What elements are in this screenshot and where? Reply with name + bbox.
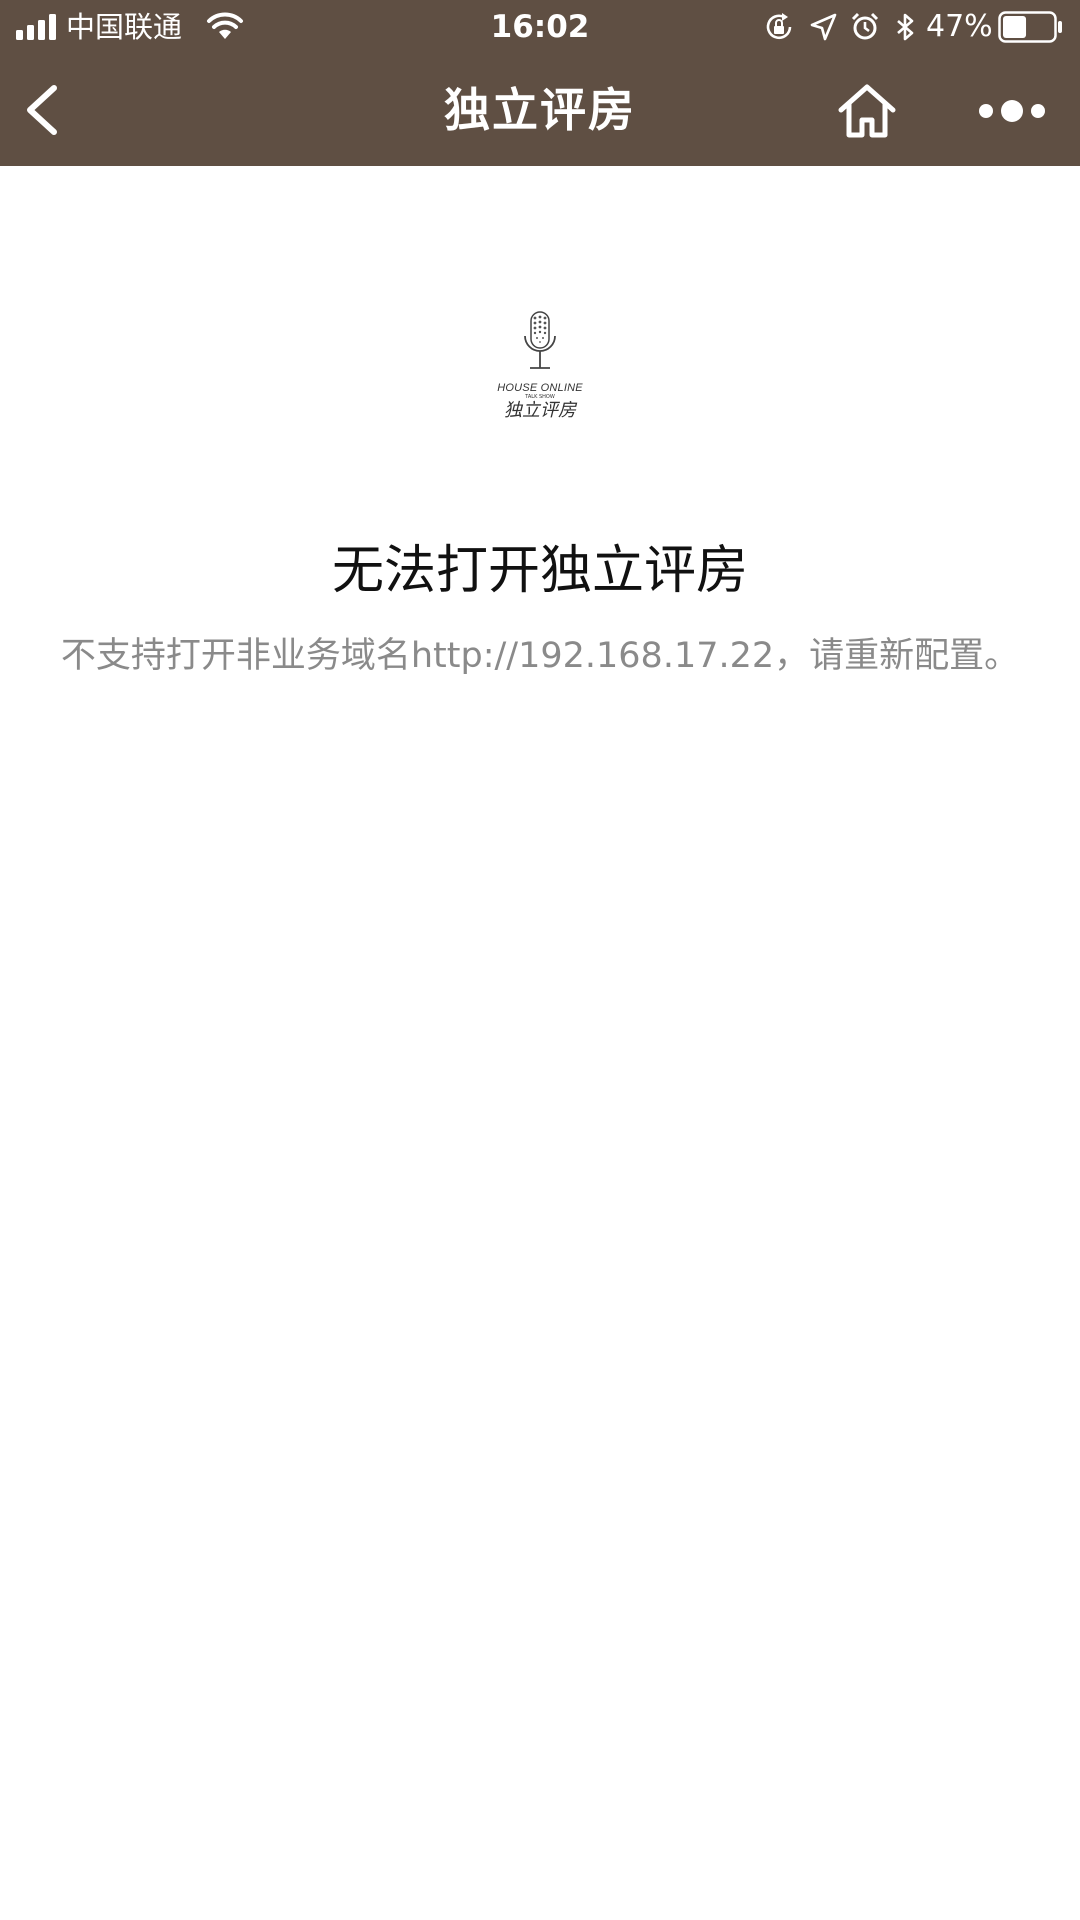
battery-percent: 47%: [926, 9, 993, 44]
back-chevron-icon[interactable]: [20, 82, 68, 138]
error-message: 不支持打开非业务域名http://192.168.17.22，请重新配置。: [60, 636, 1020, 676]
battery-icon: [998, 11, 1062, 43]
microphone-icon: [524, 311, 556, 369]
bluetooth-icon: [897, 13, 914, 41]
nav-bar: 独立评房: [0, 54, 1080, 166]
alarm-icon: [851, 12, 879, 40]
top-bar: 中国联通 16:02 47% 独立评房: [0, 0, 1080, 166]
logo-english-text: HOUSE ONLINE: [497, 382, 583, 394]
logo-chinese-text: 独立评房: [504, 400, 576, 421]
location-icon: [810, 13, 837, 41]
rotation-lock-icon: [766, 13, 792, 40]
more-dots-icon[interactable]: [978, 96, 1048, 126]
nav-title: 独立评房: [444, 83, 636, 137]
wifi-icon: [207, 12, 243, 39]
error-title: 无法打开独立评房: [331, 541, 748, 601]
status-bar: 中国联通 16:02 47%: [0, 0, 1080, 54]
status-time: 16:02: [490, 9, 590, 45]
signal-icon: [16, 14, 56, 40]
home-icon[interactable]: [836, 82, 898, 140]
app-logo: HOUSE ONLINE TALK SHOW 独立评房: [480, 310, 600, 440]
carrier-name: 中国联通: [66, 10, 183, 44]
